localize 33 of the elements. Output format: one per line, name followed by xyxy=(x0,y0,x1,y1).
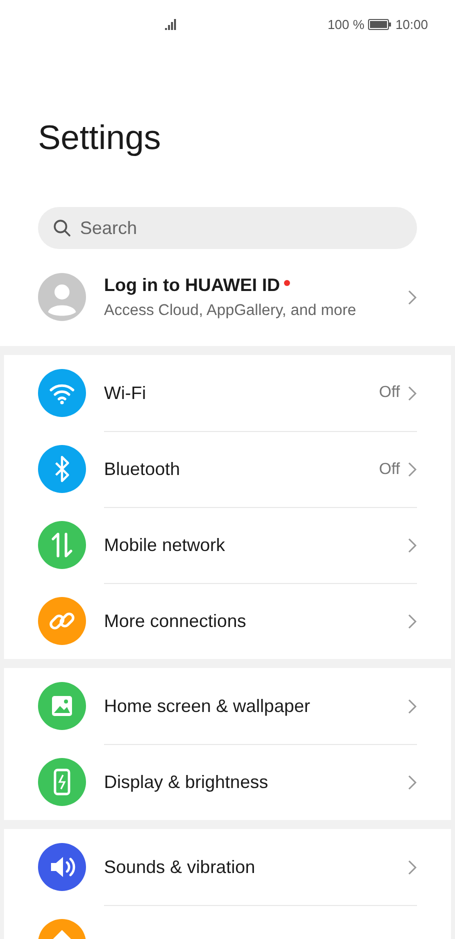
search-field[interactable]: Search xyxy=(0,207,455,264)
settings-item[interactable]: Bluetooth Off xyxy=(4,431,451,507)
item-label: Bluetooth xyxy=(104,459,180,480)
avatar-icon xyxy=(38,273,86,321)
chevron-icon xyxy=(408,290,417,304)
account-row[interactable]: Log in to HUAWEI ID Access Cloud, AppGallery, and more xyxy=(0,264,455,346)
item-label: Sounds & vibration xyxy=(104,856,256,878)
item-value: Off xyxy=(378,460,400,478)
battery-percent: 100 % xyxy=(328,17,364,32)
item-label: Wi-Fi xyxy=(104,382,146,404)
chevron-icon xyxy=(408,775,417,790)
page-title: Settings xyxy=(0,52,455,207)
settings-item[interactable]: More connections xyxy=(4,583,451,659)
battery-icon xyxy=(368,19,392,30)
chevron-icon xyxy=(408,698,417,714)
settings-item[interactable]: Home screen & wallpaper xyxy=(4,668,451,744)
chevron-icon xyxy=(408,614,417,629)
item-label: Home screen & wallpaper xyxy=(104,696,310,716)
item-label: Mobile network xyxy=(104,535,226,556)
account-subtitle: Access Cloud, AppGallery, and more xyxy=(104,302,358,320)
item-label: Display & brightness xyxy=(104,772,268,793)
settings-item[interactable]: Display & brightness xyxy=(4,744,451,820)
account-title: Log in to HUAWEI ID xyxy=(104,274,280,296)
chevron-icon xyxy=(408,538,417,553)
item-label: More connections xyxy=(104,611,246,632)
settings-item[interactable]: Wi-Fi Off xyxy=(4,355,451,431)
chevron-icon xyxy=(408,462,417,477)
chevron-icon xyxy=(408,860,417,874)
settings-item[interactable]: Mobile network xyxy=(4,507,451,583)
signal-icon xyxy=(165,19,178,30)
chevron-icon xyxy=(408,386,417,400)
clock: 10:00 xyxy=(395,17,428,32)
item-value: Off xyxy=(378,384,400,402)
